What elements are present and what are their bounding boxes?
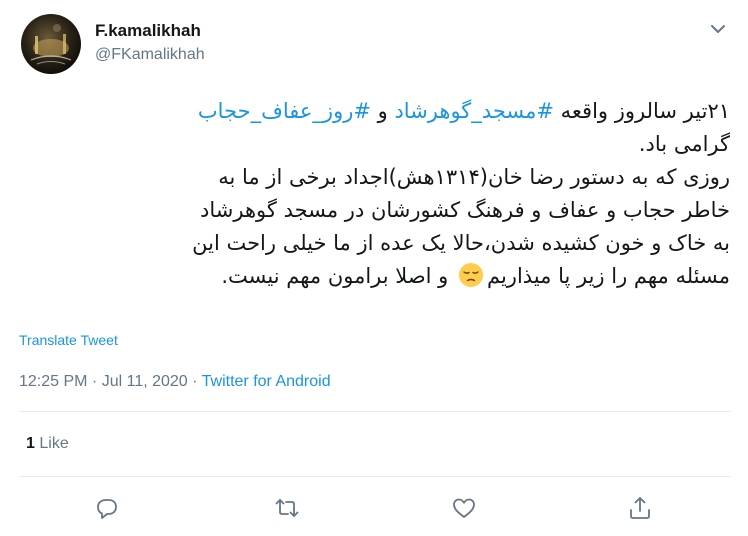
- tweet-time[interactable]: 12:25 PM: [19, 373, 87, 390]
- share-icon[interactable]: [627, 495, 653, 521]
- meta-separator: ·: [187, 373, 202, 390]
- translate-tweet-link[interactable]: Translate Tweet: [19, 332, 118, 348]
- avatar[interactable]: [21, 14, 81, 74]
- tweet-source-link[interactable]: Twitter for Android: [202, 373, 331, 390]
- tweet-date[interactable]: Jul 11, 2020: [102, 373, 188, 390]
- divider: [19, 476, 731, 477]
- tweet-line: خاطر حجاب و عفاف و فرهنگ کشورشان در مسجد…: [200, 198, 730, 222]
- retweet-icon[interactable]: [274, 495, 300, 521]
- tweet-text-segment: و اصلا برامون مهم نیست.: [221, 264, 455, 288]
- likes-label: Like: [39, 435, 69, 452]
- pensive-face-emoji-icon: [458, 263, 483, 287]
- hashtag-link[interactable]: #مسجد_گوهرشاد: [394, 99, 554, 123]
- likes-count: 1: [26, 435, 35, 452]
- tweet-line: ۲۱تیر سالروز واقعه #مسجد_گوهرشاد و #روز_…: [18, 95, 730, 128]
- display-name[interactable]: F.kamalikhah: [95, 21, 201, 41]
- tweet-text-segment: ۲۱تیر سالروز واقعه: [553, 99, 730, 123]
- tweet-text-segment: مسئله مهم را زیر پا میذاریم: [486, 264, 730, 288]
- tweet-line: مسئله مهم را زیر پا میذاریم و اصلا برامو…: [18, 260, 730, 293]
- tweet-text-segment: و: [370, 99, 395, 123]
- likes-stat[interactable]: 1 Like: [26, 434, 69, 454]
- meta-separator: ·: [87, 373, 102, 390]
- reply-icon[interactable]: [94, 495, 120, 521]
- tweet-line: روزی که به دستور رضا خان(۱۳۱۴هش)اجداد بر…: [218, 165, 730, 189]
- tweet-card: F.kamalikhah @FKamalikhah ۲۱تیر سالروز و…: [0, 0, 748, 536]
- like-icon[interactable]: [451, 495, 477, 521]
- tweet-line: گرامی باد.: [638, 132, 730, 156]
- tweet-meta: 12:25 PM · Jul 11, 2020 · Twitter for An…: [19, 372, 331, 392]
- divider: [19, 411, 731, 412]
- hashtag-link[interactable]: #روز_عفاف_حجاب: [198, 99, 371, 123]
- tweet-line: به خاک و خون کشیده شدن،حالا یک عده از ما…: [192, 231, 730, 255]
- chevron-down-icon[interactable]: [707, 18, 729, 40]
- tweet-text: ۲۱تیر سالروز واقعه #مسجد_گوهرشاد و #روز_…: [18, 95, 730, 293]
- user-handle[interactable]: @FKamalikhah: [95, 45, 205, 65]
